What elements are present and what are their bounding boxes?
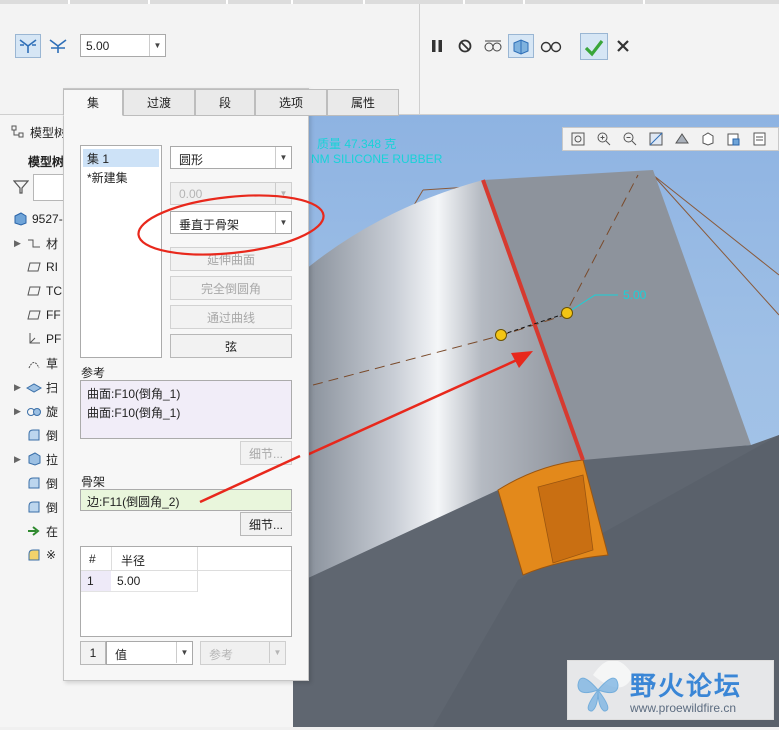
annotation-arrow-tail [199,454,301,504]
watermark-logo: 野火论坛 www.proewildfire.cn [567,660,774,720]
butterfly-logo-icon [577,677,619,712]
watermark-url: www.proewildfire.cn [630,701,737,715]
annotation-overlay [137,194,325,504]
watermark-title: 野火论坛 [630,671,743,701]
annotation-ellipse [137,194,325,256]
